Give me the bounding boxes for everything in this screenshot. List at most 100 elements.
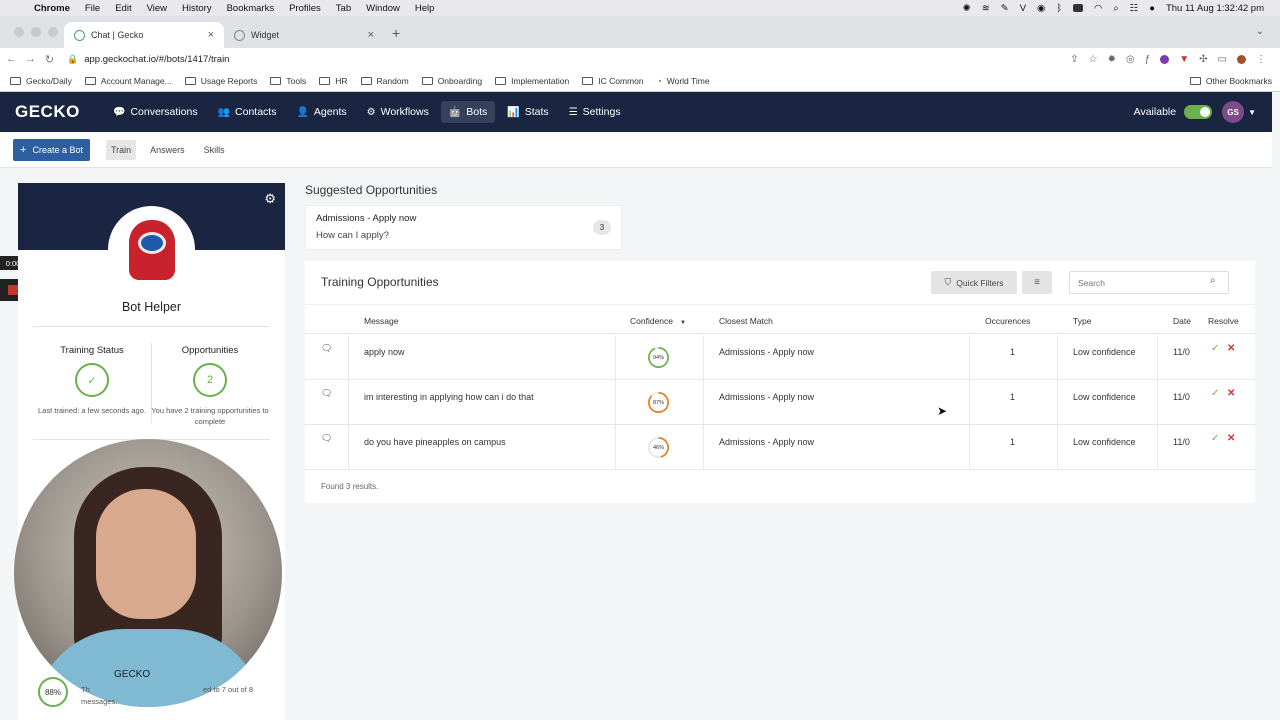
back-icon[interactable]: ←	[4, 53, 19, 65]
tab-chat-gecko[interactable]: Chat | Gecko ×	[64, 22, 224, 48]
url-field[interactable]: app.geckochat.io/#/bots/1417/train	[84, 54, 229, 65]
sidebar-icon[interactable]: ▭	[1218, 54, 1227, 65]
nav-conversations[interactable]: 💬 Conversations	[105, 101, 206, 123]
chrome-menu-icon[interactable]: ⋮	[1256, 54, 1266, 65]
search-input[interactable]	[1069, 271, 1229, 294]
bookmark-label: Random	[376, 75, 409, 86]
col-closest-match[interactable]: Closest Match	[719, 316, 773, 326]
opportunities-label: Opportunities	[181, 345, 239, 356]
bookmark-tools[interactable]: Tools	[270, 76, 306, 86]
nav-agents[interactable]: 👤 Agents	[288, 101, 354, 123]
user-avatar[interactable]: GS	[1222, 101, 1245, 123]
col-type[interactable]: Type	[1073, 316, 1091, 326]
menu-help[interactable]: Help	[415, 3, 435, 14]
record-icon[interactable]: ◉	[1037, 3, 1045, 14]
extension-gear-icon[interactable]: ✹	[1108, 54, 1116, 65]
menu-history[interactable]: History	[182, 3, 212, 14]
gecko-logo[interactable]: GECKO	[15, 102, 85, 122]
suggested-card-title: Admissions - Apply now	[316, 213, 417, 224]
bluetooth-icon[interactable]: ᛒ	[1056, 3, 1062, 14]
nav-contacts[interactable]: 👥 Contacts	[210, 101, 285, 123]
nav-bots[interactable]: 🤖 Bots	[440, 101, 496, 123]
tab-search-icon[interactable]: ⌄	[1256, 26, 1264, 37]
wifi-icon[interactable]: ◠	[1094, 3, 1102, 14]
tab-skills[interactable]: Skills	[199, 140, 230, 160]
tab-train[interactable]: Train	[105, 139, 137, 160]
bookmark-hr[interactable]: HR	[319, 76, 348, 86]
menu-profiles[interactable]: Profiles	[289, 3, 321, 14]
nav-settings[interactable]: ☰ Settings	[561, 101, 629, 123]
maximize-window-icon[interactable]	[48, 27, 58, 37]
bookmark-onboarding[interactable]: Onboarding	[421, 76, 482, 86]
bookmark-ic-common[interactable]: IC Common	[582, 76, 644, 86]
bookmark-star-icon[interactable]: ☆	[1089, 54, 1098, 65]
menu-view[interactable]: View	[147, 3, 167, 14]
battery-icon[interactable]	[1073, 4, 1084, 12]
menu-tab[interactable]: Tab	[336, 3, 351, 14]
feather-icon[interactable]: ✎	[1001, 3, 1009, 14]
col-date[interactable]: Date	[1173, 316, 1191, 326]
resolve-check-icon[interactable]: ✓	[1211, 433, 1219, 444]
bookmark-account-manage[interactable]: Account Manage...	[84, 76, 172, 86]
browser-chrome: Chat | Gecko × Widget × + ⌄ ← → ↻ 🔒 app.…	[0, 16, 1280, 92]
tab-widget[interactable]: Widget ×	[224, 22, 384, 48]
share-icon[interactable]: ⇪	[1070, 54, 1078, 65]
bookmark-usage-reports[interactable]: Usage Reports	[184, 76, 257, 86]
resolve-close-icon[interactable]: ✕	[1227, 388, 1235, 399]
forward-icon[interactable]: →	[23, 53, 38, 65]
bookmark-gecko-daily[interactable]: Gecko/Daily	[10, 76, 72, 86]
v-icon[interactable]: V	[1020, 3, 1026, 14]
control-center-icon[interactable]: ☷	[1130, 3, 1139, 14]
chevron-down-icon[interactable]: ▼	[1248, 108, 1256, 117]
resolve-check-icon[interactable]: ✓	[1211, 343, 1219, 354]
quick-filters-button[interactable]: ⛉ Quick Filters	[931, 271, 1017, 294]
settings-icon: ☰	[568, 106, 578, 118]
gear-icon[interactable]: ⚙	[264, 191, 276, 207]
table-row[interactable]: 🗨 do you have pineapples on campus 46% A…	[305, 425, 1255, 470]
profile-avatar-icon[interactable]	[1237, 54, 1246, 64]
lock-icon[interactable]: 🔒	[67, 54, 78, 65]
table-row[interactable]: 🗨 im interesting in applying how can i d…	[305, 380, 1255, 425]
siri-icon[interactable]: ●	[1149, 3, 1155, 14]
new-tab-icon[interactable]: +	[392, 25, 400, 41]
table-row[interactable]: 🗨 apply now 94% Admissions - Apply now 1…	[305, 335, 1255, 380]
resolve-close-icon[interactable]: ✕	[1227, 343, 1235, 354]
menu-file[interactable]: File	[85, 3, 100, 14]
other-bookmarks[interactable]: Other Bookmarks	[1189, 76, 1272, 86]
resolve-close-icon[interactable]: ✕	[1227, 433, 1235, 444]
bookmark-implementation[interactable]: Implementation	[495, 76, 569, 86]
spotlight-icon[interactable]: ⌕	[1113, 3, 1118, 14]
col-message[interactable]: Message	[364, 316, 399, 326]
close-tab-icon[interactable]: ×	[368, 29, 374, 41]
menu-chrome[interactable]: Chrome	[34, 3, 70, 14]
close-window-icon[interactable]	[14, 27, 24, 37]
col-confidence[interactable]: Confidence ▼	[630, 316, 686, 326]
bookmark-world-time[interactable]: ◔ World Time	[657, 76, 710, 86]
training-panel: Training Opportunities ⛉ Quick Filters ≡ …	[305, 261, 1255, 503]
reload-icon[interactable]: ↻	[42, 53, 57, 66]
availability-toggle[interactable]	[1184, 105, 1213, 119]
extensions-puzzle-icon[interactable]: ✣	[1199, 54, 1207, 65]
close-tab-icon[interactable]: ×	[208, 29, 214, 41]
create-bot-button[interactable]: + Create a Bot	[13, 138, 90, 161]
brightness-icon[interactable]: ✺	[963, 3, 971, 14]
menu-window[interactable]: Window	[366, 3, 400, 14]
nav-workflows[interactable]: ⚙ Workflows	[359, 101, 437, 123]
menu-bookmarks[interactable]: Bookmarks	[227, 3, 275, 14]
extension-color-icon[interactable]	[1160, 54, 1170, 64]
extension-shield-icon[interactable]: ▼	[1179, 54, 1189, 65]
menu-edit[interactable]: Edit	[115, 3, 131, 14]
layers-icon[interactable]: ≋	[982, 3, 990, 14]
nav-stats[interactable]: 📊 Stats	[499, 101, 556, 123]
bookmark-random[interactable]: Random	[360, 75, 409, 86]
clock[interactable]: Thu 11 Aug 1:32:42 pm	[1166, 3, 1264, 14]
resolve-check-icon[interactable]: ✓	[1211, 388, 1219, 399]
column-settings-button[interactable]: ≡	[1022, 271, 1052, 294]
search-icon[interactable]: ⌕	[1210, 275, 1216, 286]
extension-formula-icon[interactable]: ƒ	[1145, 54, 1151, 65]
suggested-card[interactable]: Admissions - Apply now How can I apply? …	[305, 205, 622, 250]
minimize-window-icon[interactable]	[31, 27, 41, 37]
col-occurrences[interactable]: Occurences	[985, 316, 1030, 326]
extension-lens-icon[interactable]: ◎	[1126, 54, 1135, 65]
tab-answers[interactable]: Answers	[145, 140, 190, 160]
